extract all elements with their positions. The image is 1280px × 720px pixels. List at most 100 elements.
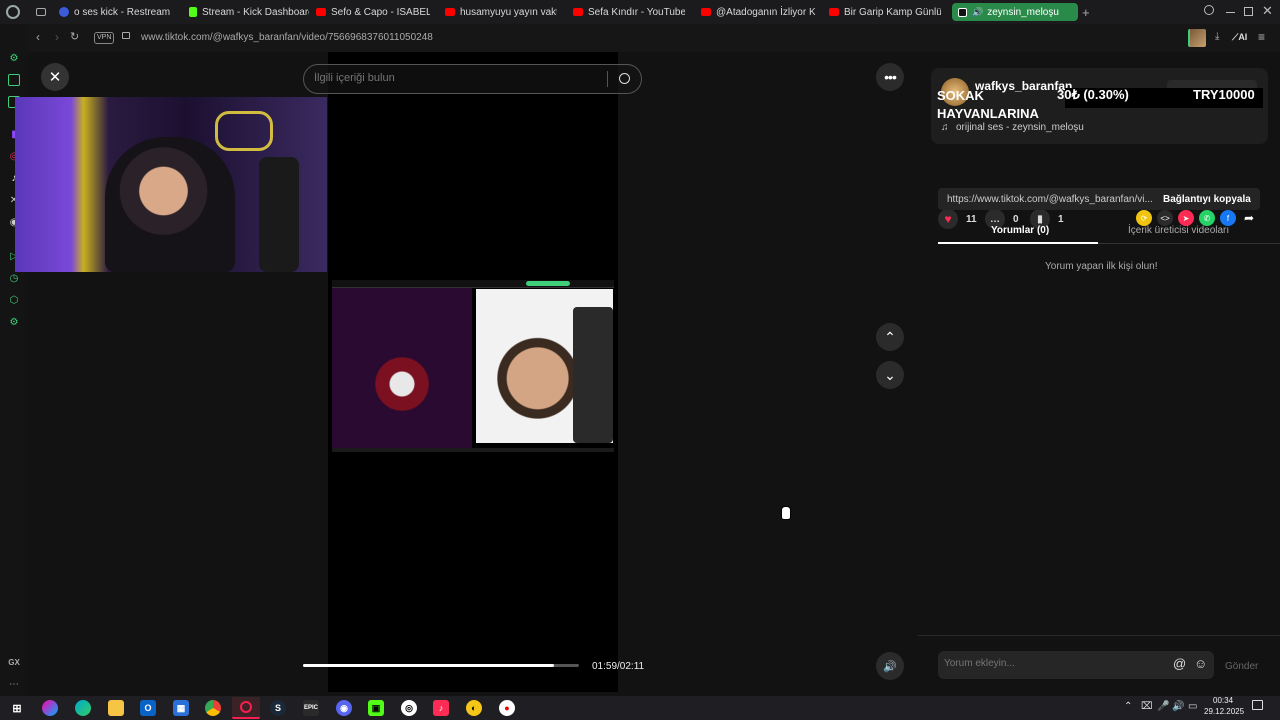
menu-icon[interactable]: ≡ xyxy=(1258,30,1265,44)
facebook-icon[interactable]: f xyxy=(1220,210,1236,226)
repost-icon[interactable]: ⟳ xyxy=(1136,210,1152,226)
more-icon[interactable]: ⋯ xyxy=(8,678,20,690)
ai-sidebar-icon[interactable]: ⚙ xyxy=(8,52,20,64)
epic-games-icon[interactable]: EPIC xyxy=(303,700,319,716)
video-link[interactable]: https://www.tiktok.com/@wafkys_baranfan/… xyxy=(947,194,1153,205)
whatsapp-icon[interactable]: ✆ xyxy=(1199,210,1215,226)
like-button[interactable]: ♥ 11 xyxy=(938,209,977,229)
search-tabs-icon[interactable] xyxy=(1204,5,1214,15)
opera-gx-icon[interactable] xyxy=(232,697,260,719)
discord-taskbar-icon[interactable]: ◉ xyxy=(336,700,352,716)
share-arrow-icon[interactable]: ➦ xyxy=(1241,210,1257,226)
obs-icon[interactable]: ◎ xyxy=(401,700,417,716)
settings-icon[interactable]: ⚙ xyxy=(8,316,20,328)
back-icon[interactable]: ‹ xyxy=(36,30,40,44)
url-field[interactable]: www.tiktok.com/@wafkys_baranfan/video/75… xyxy=(141,32,433,43)
video-frame[interactable] xyxy=(328,52,618,692)
tab-tiktok-active[interactable]: 🔊 zeynsin_meloşu xyxy=(952,3,1078,21)
sound-author: zeynsin_meloşu xyxy=(1012,122,1084,133)
network-icon[interactable]: ▭ xyxy=(1188,701,1197,712)
related-search-input[interactable] xyxy=(314,72,594,84)
image-icon[interactable] xyxy=(8,74,20,86)
copilot-icon[interactable] xyxy=(42,700,58,716)
tiktok-live-icon[interactable]: ♪ xyxy=(433,700,449,716)
comment-count: 0 xyxy=(1013,213,1019,225)
vpn-badge[interactable]: VPN xyxy=(94,32,115,44)
ellipsis-icon: ••• xyxy=(884,69,897,85)
comment-input[interactable] xyxy=(944,658,1164,669)
tab-youtube-2[interactable]: husamyuyu yayın vakti 13 xyxy=(445,3,557,21)
tab-youtube-3[interactable]: Sefa Kındır - YouTube xyxy=(573,3,685,21)
new-tab-icon[interactable]: + xyxy=(1082,5,1090,20)
progress-fill xyxy=(303,664,554,667)
more-options-button[interactable]: ••• xyxy=(876,63,904,91)
forward-icon[interactable]: › xyxy=(55,30,59,44)
volume-button[interactable]: 🔊 xyxy=(876,652,904,680)
copy-link-button[interactable]: Bağlantıyı kopyala xyxy=(1163,194,1251,205)
comment-input-box[interactable]: @ ☺ xyxy=(938,651,1214,679)
kick-favicon-icon xyxy=(189,7,197,17)
tray-device-icon[interactable]: ⌧ xyxy=(1141,701,1153,712)
sound-info[interactable]: orijinal ses - zeynsin_meloşu xyxy=(956,122,1084,133)
lock-icon[interactable] xyxy=(122,32,130,39)
search-icon[interactable] xyxy=(619,73,630,84)
tab-label: zeynsin_meloşu xyxy=(987,6,1059,18)
youtube-favicon-icon xyxy=(573,8,583,16)
tab-switcher-icon[interactable] xyxy=(36,8,46,16)
store-icon[interactable]: ▦ xyxy=(173,700,189,716)
aria-ai-button[interactable]: ⟋AI xyxy=(1232,32,1247,43)
send-to-friends-icon[interactable]: ➤ xyxy=(1178,210,1194,226)
file-explorer-icon[interactable] xyxy=(108,700,124,716)
tab-youtube-5[interactable]: Bir Garip Kamp Günlüğü / xyxy=(829,3,941,21)
download-icon[interactable]: ⤓ xyxy=(1215,31,1219,42)
overlay-text-sokak: SOKAK xyxy=(937,88,984,103)
neon-sign xyxy=(215,111,273,151)
notifications-icon[interactable] xyxy=(1252,700,1263,710)
mention-icon[interactable]: @ xyxy=(1173,656,1186,671)
windows-start-icon[interactable]: ⊞ xyxy=(9,700,25,716)
opera-logo-icon[interactable] xyxy=(6,5,20,19)
tab-comments[interactable]: Yorumlar (0) xyxy=(991,225,1049,236)
microphone-icon[interactable]: 🎤 xyxy=(1157,701,1169,712)
tab-label: @Atadoganın İzliyor Kick xyxy=(716,6,815,18)
progress-track[interactable] xyxy=(303,664,579,667)
minimize-icon[interactable] xyxy=(1226,12,1235,13)
chrome-icon[interactable] xyxy=(205,700,221,716)
maximize-icon[interactable] xyxy=(1244,7,1253,16)
clock-time[interactable]: 00:34 xyxy=(1213,696,1233,705)
speaker-icon[interactable]: 🔊 xyxy=(972,7,983,18)
app-record-icon[interactable]: ● xyxy=(499,700,515,716)
steam-icon[interactable]: S xyxy=(270,700,286,716)
outlook-icon[interactable]: O xyxy=(140,700,156,716)
tray-expand-icon[interactable]: ⌃ xyxy=(1124,701,1132,712)
extensions-icon[interactable]: ⬡ xyxy=(8,294,20,306)
tab-creator-videos[interactable]: İçerik üreticisi videoları xyxy=(1128,225,1229,236)
clock-icon[interactable]: ◷ xyxy=(8,272,20,284)
app-yellow-icon[interactable]: ◐ xyxy=(466,700,482,716)
kick-app-icon[interactable]: ▣ xyxy=(368,700,384,716)
profile-avatar[interactable] xyxy=(1188,29,1206,47)
tab-kick-dashboard[interactable]: Stream - Kick Dashboard xyxy=(189,3,309,21)
tab-youtube-4[interactable]: @Atadoganın İzliyor Kick xyxy=(701,3,815,21)
next-video-button[interactable]: ⌄ xyxy=(876,361,904,389)
overlay-text-goal: TRY10000 xyxy=(1193,87,1255,102)
send-comment-button[interactable]: Gönder xyxy=(1225,661,1258,672)
related-search-bar[interactable] xyxy=(303,64,642,94)
emoji-icon[interactable]: ☺ xyxy=(1194,656,1207,671)
opera-gx-ring-icon xyxy=(240,701,252,713)
embed-icon[interactable]: <> xyxy=(1157,210,1173,226)
clock-date[interactable]: 29.12.2025 xyxy=(1204,707,1244,716)
tab-youtube-1[interactable]: Sefo & Capo - ISABEL xyxy=(316,3,430,21)
tab-label: Sefa Kındır - YouTube xyxy=(588,6,685,18)
close-video-button[interactable]: ✕ xyxy=(41,63,69,91)
comment-input-divider xyxy=(918,635,1280,636)
address-bar: ‹ › ↻ VPN www.tiktok.com/@wafkys_baranfa… xyxy=(28,24,1280,52)
edge-icon[interactable] xyxy=(75,700,91,716)
gx-icon[interactable]: GX xyxy=(8,656,20,668)
sound-note-icon: ♫ xyxy=(941,122,949,133)
previous-video-button[interactable]: ⌃ xyxy=(876,323,904,351)
reload-icon[interactable]: ↻ xyxy=(70,30,79,43)
volume-tray-icon[interactable]: 🔊 xyxy=(1172,701,1184,712)
tab-restream[interactable]: o ses kick - Restream xyxy=(59,3,177,21)
close-window-icon[interactable]: ✕ xyxy=(1262,3,1273,19)
